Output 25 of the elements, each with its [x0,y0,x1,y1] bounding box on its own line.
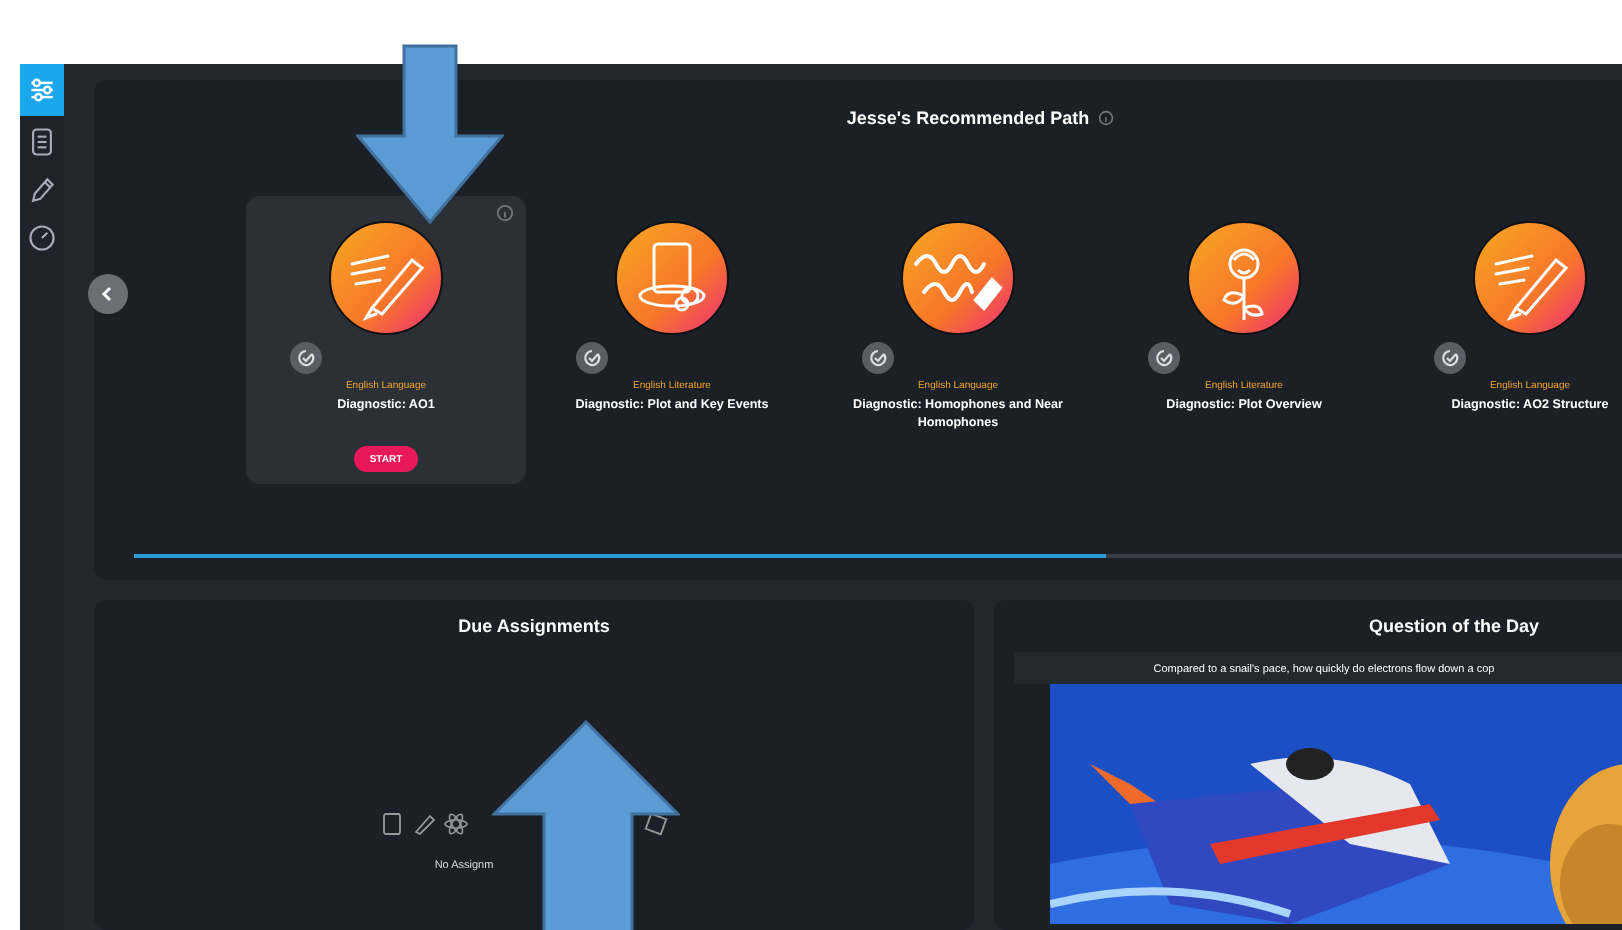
list-icon [26,126,58,158]
gauge-icon [26,222,58,254]
check-icon[interactable] [1148,342,1180,374]
book-icon [380,812,404,836]
course-badge-icon [1186,220,1302,336]
info-icon[interactable] [496,204,514,222]
sliders-icon [26,74,58,106]
check-icon[interactable] [576,342,608,374]
info-icon[interactable] [1097,110,1114,126]
pencil-icon [26,174,58,206]
pencil-icon [412,812,436,836]
check-icon[interactable] [290,342,322,374]
atom-icon [444,812,468,836]
scrollbar-drawing[interactable] [134,554,1622,558]
previous-button[interactable] [88,274,128,314]
course-badge-icon [614,220,730,336]
check-icon[interactable] [862,342,894,374]
panel-title: Question of the Day [1368,616,1539,636]
chevron-left-icon [100,286,116,302]
check-icon[interactable] [1434,342,1466,374]
panel-title: Due Assignments [458,616,610,636]
course-badge-icon [1472,220,1588,336]
course-badge-icon [328,220,444,336]
panel-title: Jesse's Recommended Path [846,108,1090,128]
course-badge-icon [900,220,1016,336]
